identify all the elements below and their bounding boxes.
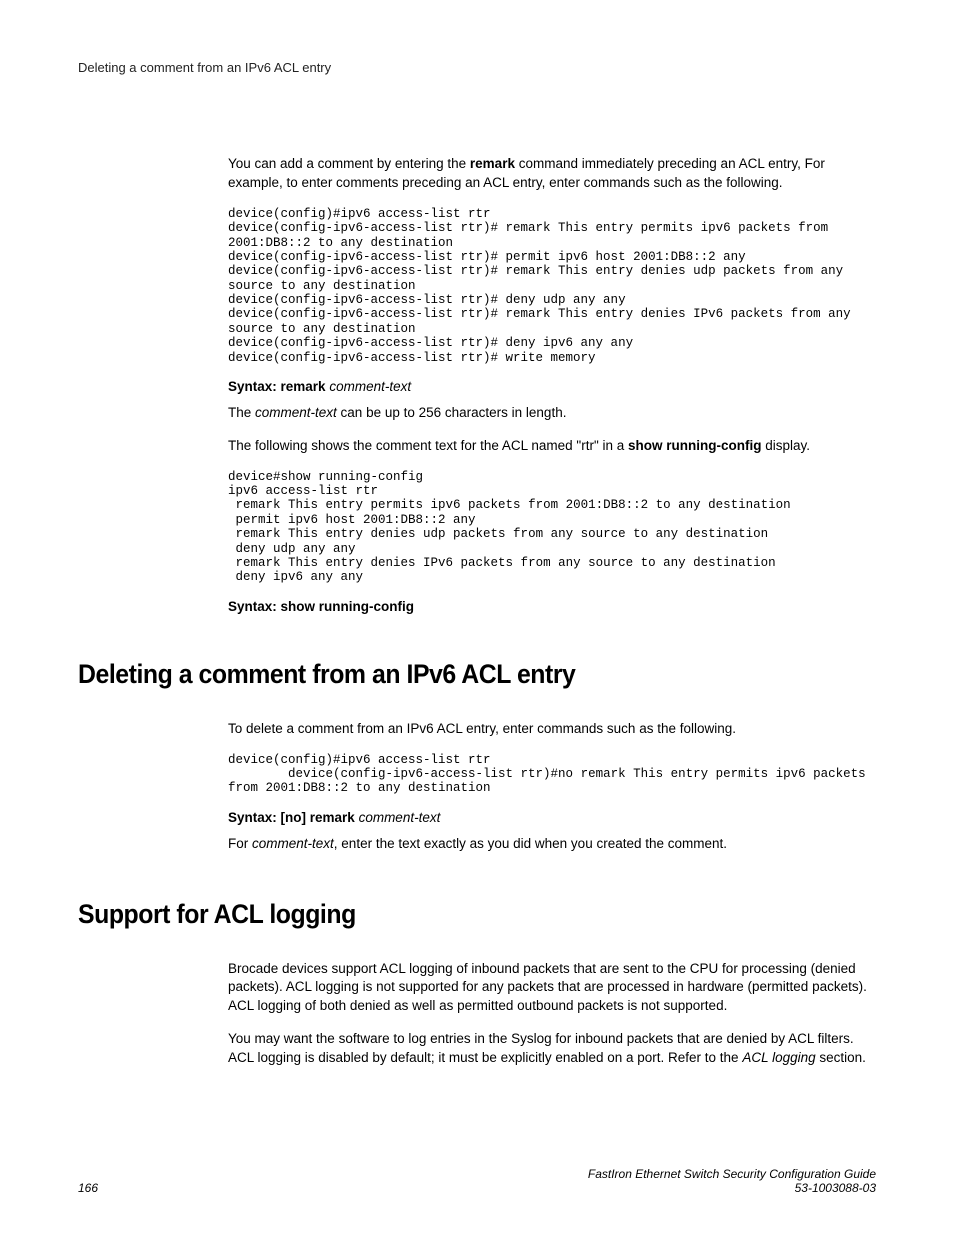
comment-text-term: comment-text — [255, 405, 337, 420]
delete-intro: To delete a comment from an IPv6 ACL ent… — [228, 720, 876, 739]
syntax-label: Syntax: [no] remark — [228, 810, 355, 825]
comment-length-note: The comment-text can be up to 256 charac… — [228, 404, 876, 423]
code-block-2: device#show running-config ipv6 access-l… — [228, 470, 876, 585]
text: section. — [816, 1050, 866, 1065]
syntax-label: Syntax: remark — [228, 379, 326, 394]
syntax-no-remark: Syntax: [no] remark comment-text — [228, 810, 876, 825]
acl-logging-p1: Brocade devices support ACL logging of i… — [228, 960, 876, 1017]
remark-keyword: remark — [470, 156, 515, 171]
code-block-3: device(config)#ipv6 access-list rtr devi… — [228, 753, 876, 796]
acl-logging-p2: You may want the software to log entries… — [228, 1030, 876, 1068]
text: display. — [762, 438, 811, 453]
text: The following shows the comment text for… — [228, 438, 628, 453]
footer-doc-info: FastIron Ethernet Switch Security Config… — [588, 1167, 876, 1195]
page-footer: 166 FastIron Ethernet Switch Security Co… — [78, 1167, 876, 1195]
code-block-1: device(config)#ipv6 access-list rtr devi… — [228, 207, 876, 365]
text: The — [228, 405, 255, 420]
show-running-intro: The following shows the comment text for… — [228, 437, 876, 456]
section-heading-acl-logging: Support for ACL logging — [78, 899, 812, 930]
intro-paragraph: You can add a comment by entering the re… — [228, 155, 876, 193]
syntax-arg: comment-text — [359, 810, 441, 825]
text: , enter the text exactly as you did when… — [334, 836, 727, 851]
show-running-config-keyword: show running-config — [628, 438, 761, 453]
comment-text-term: comment-text — [252, 836, 334, 851]
page-header: Deleting a comment from an IPv6 ACL entr… — [78, 60, 876, 75]
syntax-show-running-config: Syntax: show running-config — [228, 599, 876, 614]
syntax-arg: comment-text — [329, 379, 411, 394]
footer-docnum: 53-1003088-03 — [588, 1181, 876, 1195]
delete-note: For comment-text, enter the text exactly… — [228, 835, 876, 854]
text: For — [228, 836, 252, 851]
text: You can add a comment by entering the — [228, 156, 470, 171]
acl-logging-term: ACL logging — [742, 1050, 815, 1065]
page-number: 166 — [78, 1181, 98, 1195]
section-heading-deleting-comment: Deleting a comment from an IPv6 ACL entr… — [78, 659, 812, 690]
syntax-label: Syntax: show running-config — [228, 599, 414, 614]
footer-title: FastIron Ethernet Switch Security Config… — [588, 1167, 876, 1181]
syntax-remark: Syntax: remark comment-text — [228, 379, 876, 394]
text: can be up to 256 characters in length. — [337, 405, 567, 420]
